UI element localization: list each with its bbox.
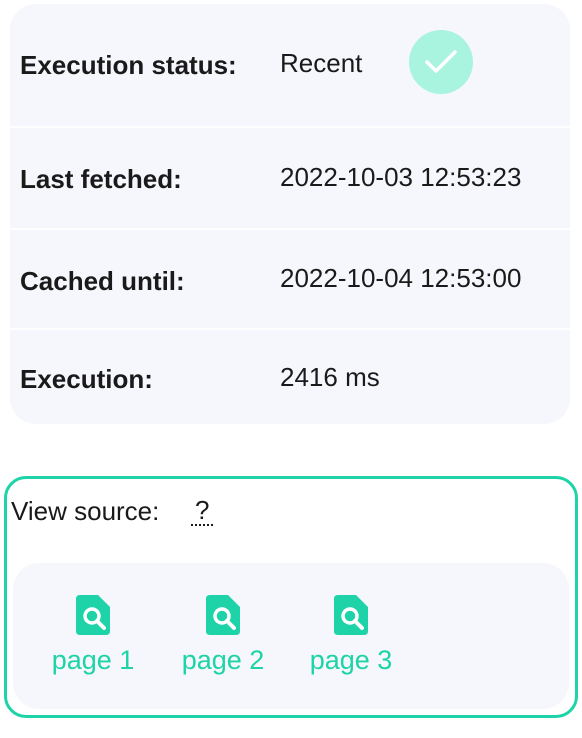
source-page-link-3[interactable]: page 3 bbox=[301, 595, 401, 676]
execution-status-label: Execution status: bbox=[20, 50, 237, 80]
file-search-icon bbox=[334, 595, 368, 635]
last-fetched-value: 2022-10-03 12:53:23 bbox=[280, 162, 522, 192]
execution-status-card: Execution status: Recent Last fetched: 2… bbox=[10, 4, 570, 424]
source-page-label: page 1 bbox=[51, 645, 135, 675]
status-row-last-fetched: Last fetched: 2022-10-03 12:53:23 bbox=[10, 128, 570, 228]
check-icon-glyph bbox=[425, 50, 457, 73]
status-row-execution-time: Execution: 2416 ms bbox=[10, 330, 570, 424]
last-fetched-label: Last fetched: bbox=[20, 164, 182, 194]
source-page-label: page 3 bbox=[309, 645, 393, 675]
file-search-icon bbox=[76, 595, 110, 635]
view-source-label: View source: bbox=[11, 496, 160, 526]
execution-time-label: Execution: bbox=[20, 364, 153, 394]
status-row-cached-until: Cached until: 2022-10-04 12:53:00 bbox=[10, 230, 570, 328]
cached-until-value: 2022-10-04 12:53:00 bbox=[280, 263, 522, 293]
check-icon bbox=[409, 30, 473, 94]
execution-status-value: Recent bbox=[280, 48, 363, 78]
source-page-link-1[interactable]: page 1 bbox=[43, 595, 143, 676]
cached-until-label: Cached until: bbox=[20, 266, 185, 296]
source-page-link-2[interactable]: page 2 bbox=[173, 595, 273, 676]
file-search-icon bbox=[206, 595, 240, 635]
help-tooltip-trigger[interactable]: ? bbox=[191, 496, 214, 526]
source-pages-list: page 1 page 2 page 3 bbox=[13, 563, 569, 709]
source-page-label: page 2 bbox=[181, 645, 265, 675]
status-row-execution-status: Execution status: Recent bbox=[10, 4, 570, 126]
execution-time-value: 2416 ms bbox=[280, 362, 380, 392]
view-source-panel: View source: ? page 1 page 2 page 3 bbox=[4, 476, 578, 718]
